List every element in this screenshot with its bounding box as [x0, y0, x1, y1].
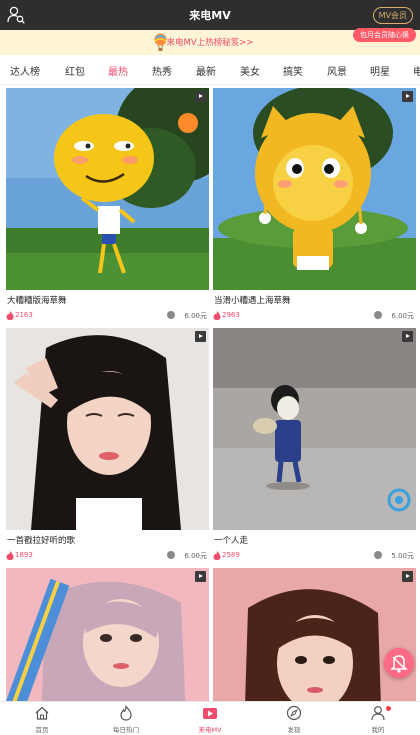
video-card[interactable]: 一首戳拉好听的歌 1893 6.00元 [6, 328, 209, 560]
flame-icon [213, 311, 221, 320]
tab-newest[interactable]: 最新 [196, 63, 216, 78]
promo-banner[interactable]: 来电MV上热榜秘笈>> 包月会员随心换 [0, 28, 420, 55]
video-meta: 1893 6.00元 [6, 550, 209, 562]
flame-icon [120, 705, 132, 721]
tab-funny[interactable]: 搞笑 [283, 63, 303, 78]
nav-label: 我的 [371, 726, 385, 734]
tab-hot-show[interactable]: 热秀 [152, 63, 172, 78]
nav-item-mv[interactable]: 来电MV [168, 702, 252, 735]
nav-item-daily-hot[interactable]: 每日热门 [84, 702, 168, 735]
like-count: 2963 [222, 311, 240, 319]
price-label: 6.00元 [184, 312, 207, 320]
person-icon [371, 706, 385, 721]
video-title: 一个人走 [214, 536, 249, 546]
price-label: 6.00元 [391, 312, 414, 320]
video-card[interactable]: 当滑小糟遇上海草舞 2963 6.00元 [213, 88, 416, 320]
video-play-icon [195, 571, 206, 582]
compass-icon [286, 705, 302, 721]
nav-item-discover[interactable]: 发现 [252, 702, 336, 735]
vip-badge[interactable]: MV会员 [372, 7, 413, 24]
tab-talent-rank[interactable]: 达人榜 [10, 63, 40, 78]
video-play-icon [402, 91, 413, 102]
girl-portrait-image [6, 328, 209, 530]
video-title: 一首戳拉好听的歌 [7, 536, 76, 546]
monthly-member-tag[interactable]: 包月会员随心换 [353, 28, 416, 42]
tab-stars[interactable]: 明星 [370, 63, 390, 78]
figurine-walking-image [213, 328, 416, 530]
video-title: 当滑小糟遇上海草舞 [214, 296, 291, 306]
notification-dot [386, 706, 391, 711]
flame-icon [6, 551, 14, 560]
video-thumbnail[interactable] [6, 568, 209, 701]
nav-label: 首页 [35, 726, 49, 734]
tab-more[interactable]: 电 [413, 63, 420, 78]
flame-icon [213, 551, 221, 560]
tab-red-packet[interactable]: 红包 [65, 63, 85, 78]
video-play-icon [195, 331, 206, 342]
video-play-icon [195, 91, 206, 102]
video-thumbnail[interactable] [213, 88, 416, 290]
video-thumbnail[interactable] [6, 328, 209, 530]
video-title: 大糟糟版海草舞 [7, 296, 67, 306]
price-label: 6.00元 [184, 552, 207, 560]
video-thumbnail[interactable] [6, 88, 209, 290]
video-card[interactable] [6, 568, 209, 701]
like-count: 2163 [15, 311, 33, 319]
nav-item-home[interactable]: 首页 [0, 702, 84, 735]
video-meta: 2163 6.00元 [6, 310, 209, 322]
like-count: 1893 [15, 551, 33, 559]
video-card[interactable] [213, 568, 416, 701]
video-thumbnail[interactable] [213, 568, 416, 701]
video-meta: 2589 5.00元 [213, 550, 416, 562]
video-play-icon [402, 331, 413, 342]
girl-portrait-image [213, 568, 416, 701]
video-feed[interactable]: 大糟糟版海草舞 2163 6.00元 当滑小糟遇上海草舞 2963 6.00元 … [0, 86, 420, 701]
bell-icon [390, 655, 408, 673]
nav-label: 每日热门 [113, 726, 139, 734]
video-card[interactable]: 大糟糟版海草舞 2163 6.00元 [6, 88, 209, 320]
coin-icon [374, 311, 382, 319]
tab-beauty[interactable]: 美女 [240, 63, 260, 78]
mv-icon [203, 708, 217, 719]
emoji-dance-image [6, 88, 209, 290]
girl-fan-image [6, 568, 209, 701]
category-tabs: 达人榜 红包 最热 热秀 最新 美女 搞笑 风景 明星 电 [0, 55, 420, 85]
tab-hottest[interactable]: 最热 [108, 63, 128, 78]
header-bar: 来电MV MV会员 [0, 0, 420, 30]
nav-label: 来电MV [198, 726, 222, 734]
tab-scenery[interactable]: 风景 [327, 63, 347, 78]
bottom-nav: 首页 每日热门 来电MV 发现 我的 [0, 701, 420, 735]
coin-icon [167, 551, 175, 559]
video-thumbnail[interactable] [213, 328, 416, 530]
app-root: 来电MV MV会员 来电MV上热榜秘笈>> 包月会员随心换 达人榜 红包 最热 … [0, 0, 420, 735]
nav-label: 发现 [287, 726, 301, 734]
video-meta: 2963 6.00元 [213, 310, 416, 322]
price-label: 5.00元 [391, 552, 414, 560]
nav-item-mine[interactable]: 我的 [336, 702, 420, 735]
flame-icon [6, 311, 14, 320]
like-count: 2589 [222, 551, 240, 559]
cat-hood-dance-image [213, 88, 416, 290]
video-play-icon [402, 571, 413, 582]
video-card[interactable]: 一个人走 2589 5.00元 [213, 328, 416, 560]
home-icon [35, 706, 49, 720]
page-title: 来电MV [189, 9, 231, 22]
floating-set-ringtone-button[interactable] [384, 648, 414, 678]
coin-icon [374, 551, 382, 559]
coin-icon [167, 311, 175, 319]
